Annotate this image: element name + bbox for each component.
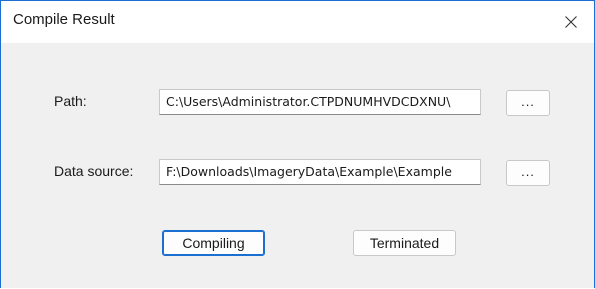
terminated-button[interactable]: Terminated [353,230,456,256]
data-source-field[interactable]: F:\Downloads\ImageryData\Example\Example [159,159,481,185]
path-field[interactable]: C:\Users\Administrator.CTPDNUMHVDCDXNU\ [159,89,481,115]
compiling-button[interactable]: Compiling [162,230,265,256]
title-bar: Compile Result [1,1,594,43]
path-label: Path: [54,93,87,109]
window-title: Compile Result [13,11,115,28]
browse-path-button[interactable]: ... [506,90,550,116]
dialog-body: Path: C:\Users\Administrator.CTPDNUMHVDC… [1,43,594,288]
close-button[interactable] [548,1,594,43]
browse-data-source-button[interactable]: ... [506,160,550,186]
close-icon [565,16,577,28]
data-source-label: Data source: [54,163,134,179]
compile-result-dialog: Compile Result Path: C:\Users\Administra… [0,0,595,288]
